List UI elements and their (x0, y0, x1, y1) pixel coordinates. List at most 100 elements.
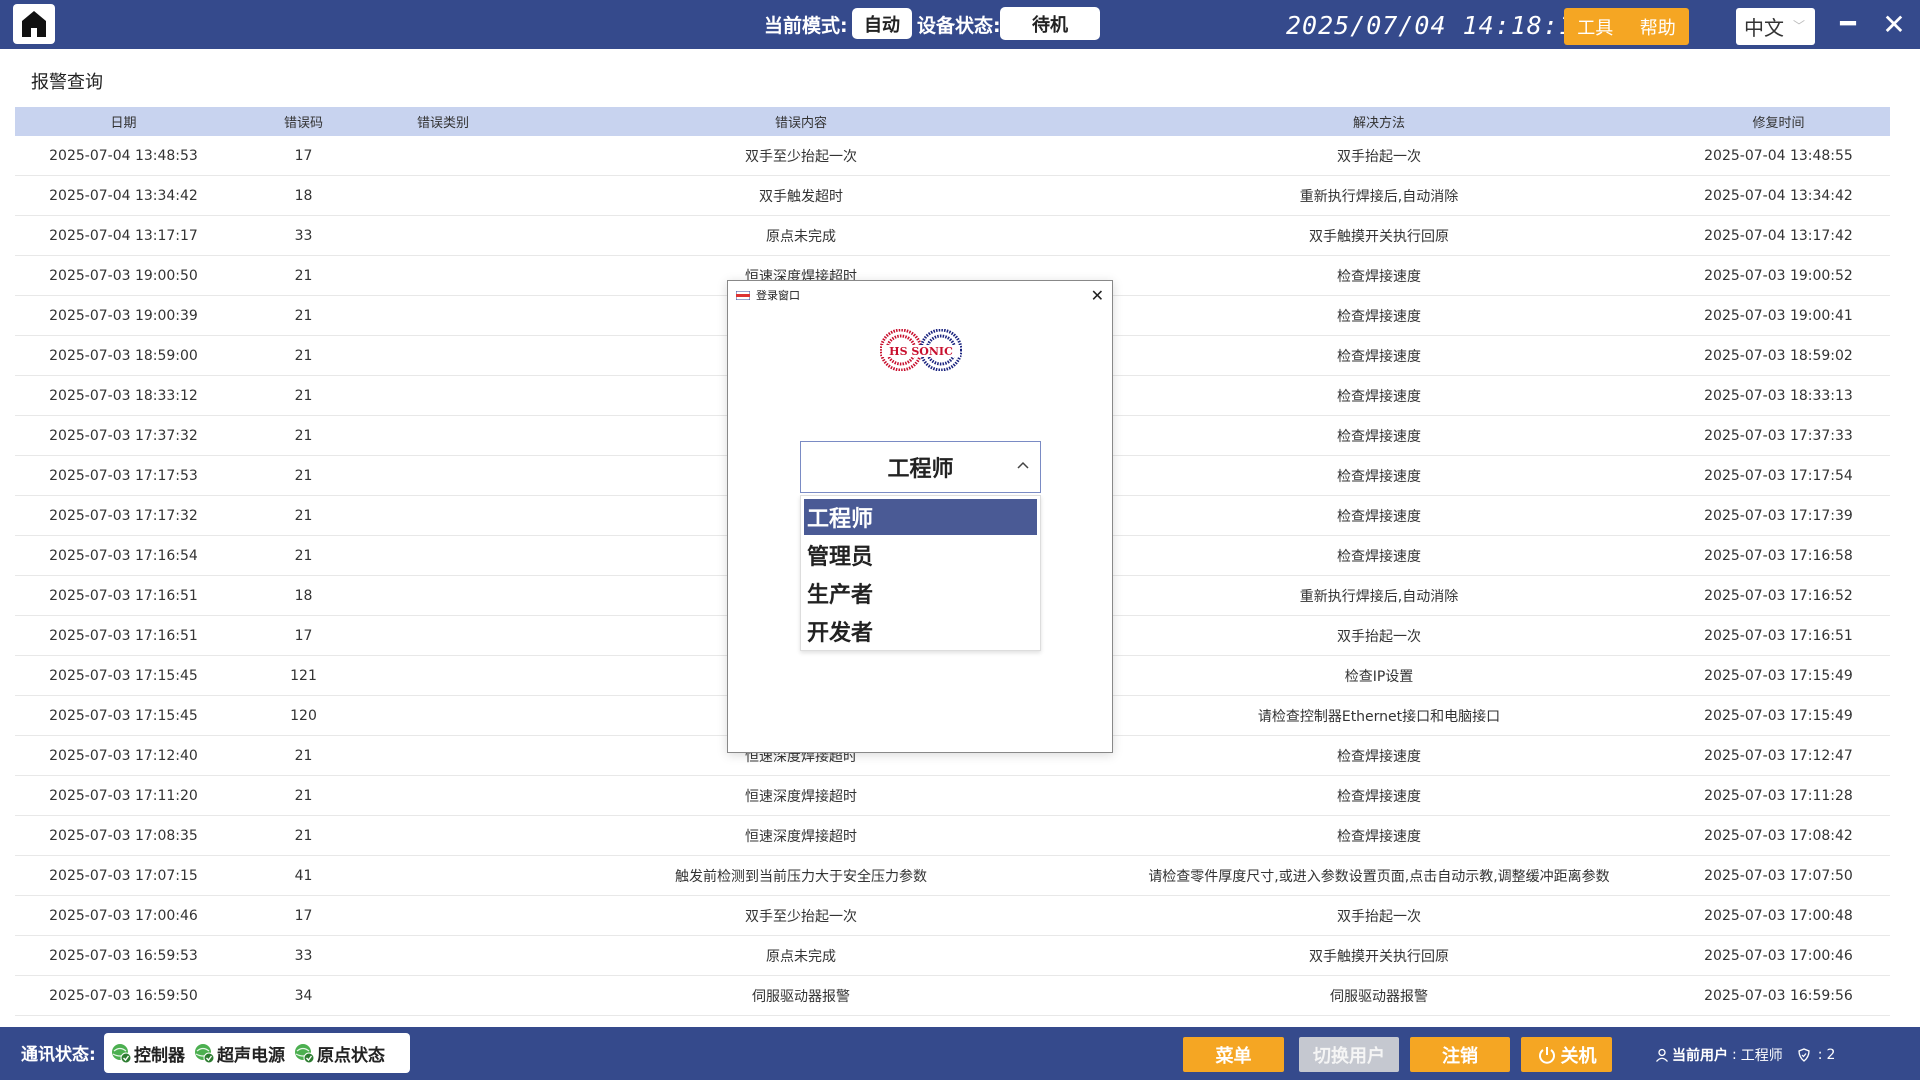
cell-fix-time: 2025-07-03 18:33:13 (1704, 387, 1853, 404)
cell-fix-time: 2025-07-03 17:00:48 (1704, 907, 1853, 924)
power-off-label: 关机 (1560, 1045, 1597, 1067)
cell-date: 2025-07-03 17:16:51 (49, 627, 198, 644)
comm-item-origin: 原点状态 (293, 1041, 385, 1066)
role-option-admin[interactable]: 管理员 (804, 537, 1037, 573)
comm-item-controller: 控制器 (110, 1041, 185, 1066)
help-button[interactable]: 帮助 (1634, 14, 1682, 40)
table-row[interactable]: 2025-07-04 13:34:42 18 双手触发超时 重新执行焊接后,自动消除 2… (15, 176, 1890, 216)
table-row[interactable]: 2025-07-03 17:07:15 41 触发前检测到当前压力大于安全压力参数 请… (15, 856, 1890, 896)
cell-date: 2025-07-03 17:16:51 (49, 587, 198, 604)
cell-date: 2025-07-03 19:00:39 (49, 307, 198, 324)
cell-fix-time: 2025-07-03 17:16:51 (1704, 627, 1853, 644)
cell-fix-time: 2025-07-03 19:00:52 (1704, 267, 1853, 284)
bottom-bar: 通讯状态: 控制器 超声电源 原点状态 菜单 切换用户 注销 关机 当前用户:… (0, 1027, 1920, 1080)
power-off-button[interactable]: 关机 (1521, 1037, 1612, 1072)
cell-fix-time: 2025-07-03 17:15:49 (1704, 667, 1853, 684)
cell-date: 2025-07-03 17:11:20 (49, 787, 198, 804)
role-option-engineer[interactable]: 工程师 (804, 499, 1037, 535)
cell-error-code: 33 (294, 947, 313, 964)
table-row[interactable]: 2025-07-03 16:59:50 34 伺服驱动器报警 伺服驱动器报警 2025-… (15, 976, 1890, 1016)
modal-header: 登录窗口 (728, 281, 1112, 309)
modal-close-button[interactable]: ✕ (1091, 286, 1104, 305)
role-option-producer[interactable]: 生产者 (804, 575, 1037, 611)
logout-button[interactable]: 注销 (1410, 1037, 1510, 1072)
datetime-display: 2025/07/04 14:18:18 (1286, 11, 1591, 40)
mode-label: 当前模式: (764, 15, 848, 37)
cell-error-code: 18 (294, 187, 313, 204)
cell-solution: 请检查控制器Ethernet接口和电脑接口 (1257, 708, 1501, 725)
column-header-error-content: 错误内容 (774, 116, 827, 131)
chevron-up-icon (1017, 461, 1029, 469)
cell-solution: 检查焊接速度 (1337, 828, 1421, 845)
cell-date: 2025-07-03 17:15:45 (49, 707, 198, 724)
cell-date: 2025-07-03 17:37:32 (49, 427, 198, 444)
cell-solution: 重新执行焊接后,自动消除 (1299, 588, 1459, 605)
page-title: 报警查询 (31, 72, 103, 93)
table-row[interactable]: 2025-07-03 16:59:53 33 原点未完成 双手触摸开关执行回原 2025… (15, 936, 1890, 976)
cell-fix-time: 2025-07-03 17:17:39 (1704, 507, 1853, 524)
cell-fix-time: 2025-07-03 17:17:54 (1704, 467, 1853, 484)
cell-date: 2025-07-03 16:59:50 (49, 987, 198, 1004)
cell-date: 2025-07-03 18:59:00 (49, 347, 198, 364)
cell-date: 2025-07-03 17:00:46 (49, 907, 198, 924)
login-modal: 登录窗口 ✕ HS SONIC 工程师 工程师 管理员 生产者 开发者 (727, 280, 1113, 753)
user-level-value: 2 (1826, 1047, 1836, 1063)
table-row[interactable]: 2025-07-03 17:08:35 21 恒速深度焊接超时 检查焊接速度 2025-… (15, 816, 1890, 856)
cell-solution: 双手抬起一次 (1337, 148, 1421, 165)
app-root: 当前模式: 自动 设备状态: 待机 2025/07/04 14:18:18 工具… (0, 0, 1920, 1080)
shield-icon (1798, 1048, 1810, 1062)
cell-fix-time: 2025-07-03 18:59:02 (1704, 347, 1853, 364)
table-row[interactable]: 2025-07-03 17:11:20 21 恒速深度焊接超时 检查焊接速度 2025-… (15, 776, 1890, 816)
cell-fix-time: 2025-07-03 17:16:52 (1704, 587, 1853, 604)
table-header: 日期 错误码 错误类别 错误内容 解决方法 修复时间 (15, 107, 1890, 136)
cell-error-content: 双手触发超时 (759, 188, 843, 205)
table-row[interactable]: 2025-07-04 13:17:17 33 原点未完成 双手触摸开关执行回原 2025… (15, 216, 1890, 256)
cell-error-code: 34 (294, 987, 313, 1004)
cell-error-code: 21 (294, 747, 313, 764)
cell-fix-time: 2025-07-03 17:15:49 (1704, 707, 1853, 724)
cell-error-code: 21 (294, 507, 313, 524)
window-icon (736, 290, 750, 300)
cell-date: 2025-07-03 17:08:35 (49, 827, 198, 844)
cell-error-code: 18 (294, 587, 313, 604)
cell-error-code: 120 (290, 707, 317, 724)
minimize-button[interactable]: ━ (1836, 9, 1860, 39)
cell-date: 2025-07-03 17:17:53 (49, 467, 198, 484)
table-row[interactable]: 2025-07-04 13:48:53 17 双手至少抬起一次 双手抬起一次 2025-… (15, 136, 1890, 176)
cell-error-content: 恒速深度焊接超时 (745, 788, 857, 805)
cell-fix-time: 2025-07-03 17:07:50 (1704, 867, 1853, 884)
cell-date: 2025-07-03 17:15:45 (49, 667, 198, 684)
table-row[interactable]: 2025-07-03 17:00:46 17 双手至少抬起一次 双手抬起一次 2025-… (15, 896, 1890, 936)
role-select[interactable]: 工程师 (800, 441, 1041, 493)
cell-solution: 检查焊接速度 (1337, 348, 1421, 365)
cell-error-code: 17 (294, 627, 313, 644)
menu-button[interactable]: 菜单 (1183, 1037, 1284, 1072)
cell-fix-time: 2025-07-04 13:34:42 (1704, 187, 1853, 204)
role-select-value: 工程师 (887, 457, 954, 482)
role-option-developer[interactable]: 开发者 (804, 613, 1037, 649)
cell-date: 2025-07-03 16:59:53 (49, 947, 198, 964)
comm-origin-label: 原点状态 (317, 1045, 385, 1066)
comm-item-ultrasonic: 超声电源 (193, 1041, 285, 1066)
cell-date: 2025-07-04 13:48:53 (49, 147, 198, 164)
cell-fix-time: 2025-07-03 17:11:28 (1704, 787, 1853, 804)
cell-error-code: 21 (294, 467, 313, 484)
cell-solution: 双手抬起一次 (1337, 908, 1421, 925)
tool-button[interactable]: 工具 (1571, 14, 1619, 40)
cell-error-code: 21 (294, 267, 313, 284)
device-state-value: 待机 (1000, 7, 1100, 40)
home-button[interactable] (13, 4, 55, 44)
cell-solution: 检查焊接速度 (1337, 508, 1421, 525)
logo-text: HS SONIC (889, 345, 953, 358)
language-select[interactable]: 中文 ﹀ (1736, 8, 1815, 45)
comm-controller-label: 控制器 (134, 1045, 185, 1066)
close-window-button[interactable]: ✕ (1879, 8, 1909, 41)
cell-date: 2025-07-04 13:34:42 (49, 187, 198, 204)
globe-ok-icon (195, 1044, 215, 1064)
hs-sonic-logo: HS SONIC (880, 329, 962, 371)
cell-solution: 检查焊接速度 (1337, 268, 1421, 285)
column-header-error-code: 错误码 (283, 116, 323, 131)
cell-date: 2025-07-03 17:12:40 (49, 747, 198, 764)
level-sep: : (1817, 1047, 1823, 1063)
switch-user-button[interactable]: 切换用户 (1299, 1037, 1399, 1072)
